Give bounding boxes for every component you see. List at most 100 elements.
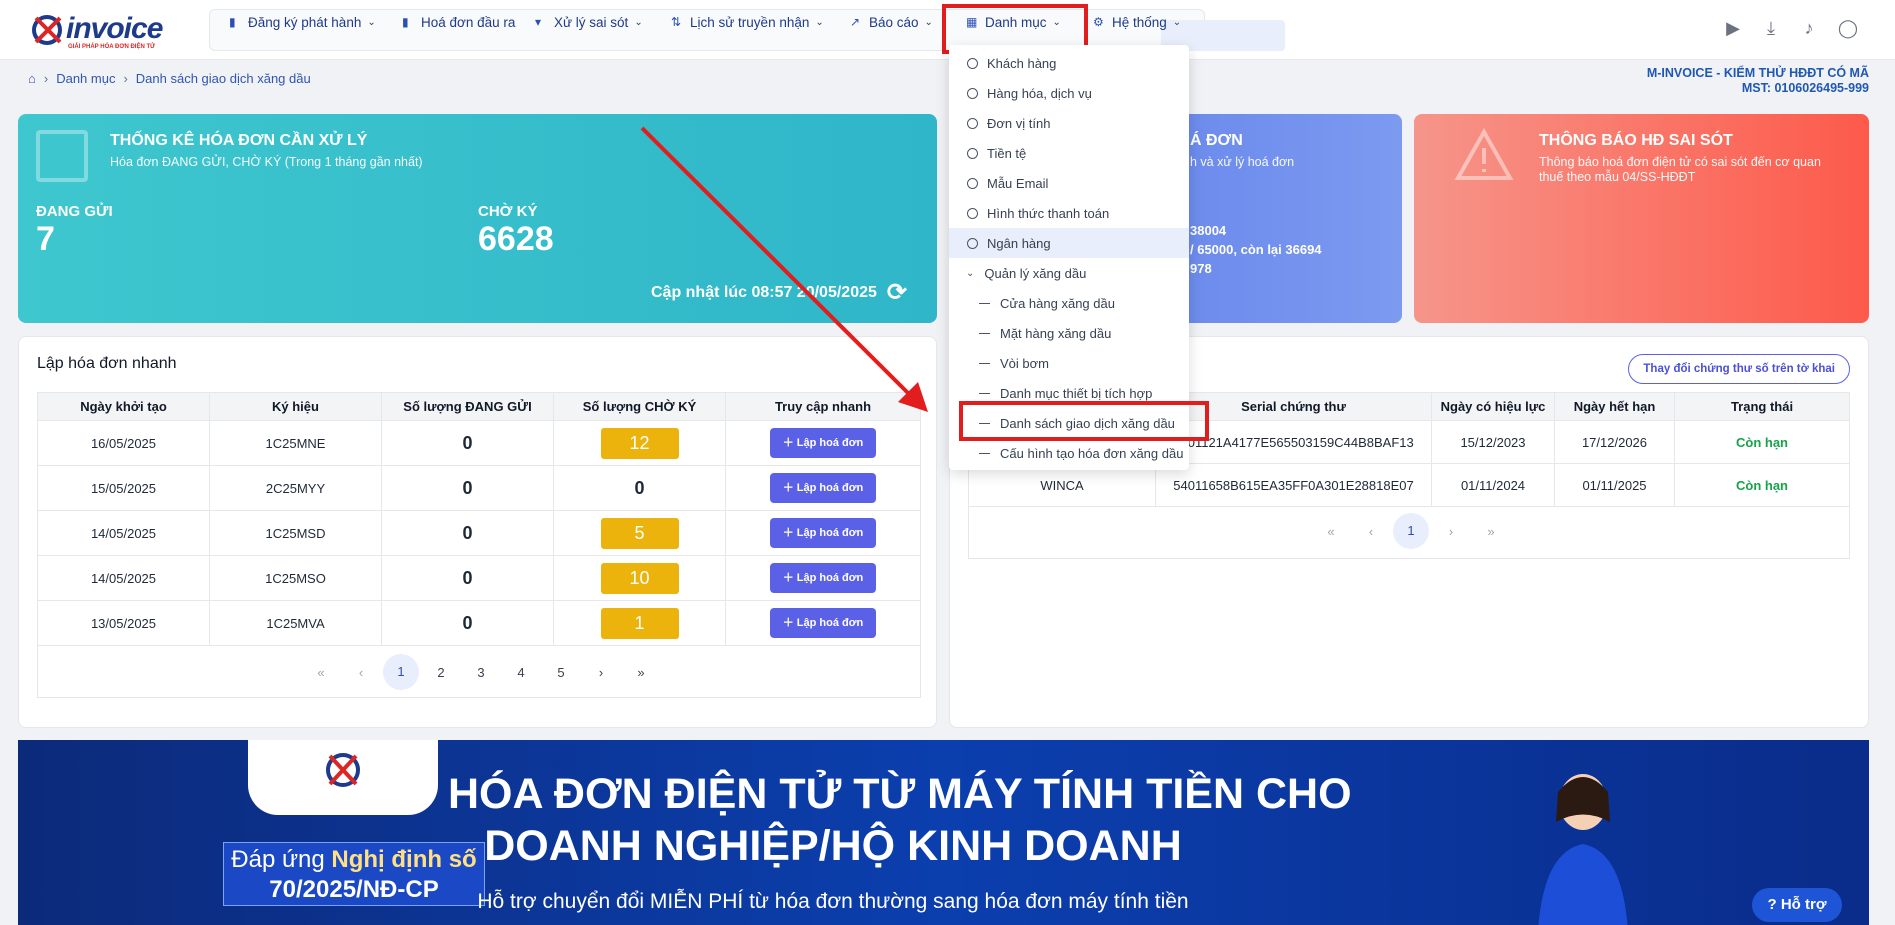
company-name: M-INVOICE - KIỂM THỬ HĐĐT CÓ MÃ — [1646, 66, 1869, 80]
home-icon[interactable]: ⌂ — [28, 71, 36, 86]
dropdown-item-cau-hinh-tao-hoa-don[interactable]: Cấu hình tạo hóa đơn xăng dầu — [949, 438, 1189, 468]
page-button[interactable]: 5 — [541, 665, 581, 680]
create-invoice-button[interactable]: ＋ Lập hoá đơn — [770, 608, 876, 638]
item-label: Quản lý xăng dầu — [984, 265, 1087, 281]
dropdown-item-hinh-thuc-thanh-toan[interactable]: Hình thức thanh toán — [949, 198, 1189, 228]
waiting-badge[interactable]: 5 — [600, 517, 679, 549]
nav-hoa-don-dau-ra[interactable]: ▮ Hoá đơn đầu ra — [402, 12, 515, 32]
file-icon: ▮ — [229, 14, 236, 29]
item-label: Cửa hàng xăng dầu — [1000, 295, 1115, 311]
circle-icon — [967, 117, 978, 129]
user-icon[interactable]: ◯ — [1836, 18, 1860, 40]
prev-page-button[interactable]: ‹ — [341, 665, 381, 680]
item-label: Khách hàng — [987, 55, 1057, 71]
error-notice-card[interactable]: THÔNG BÁO HĐ SAI SÓT Thông báo hoá đơn đ… — [1414, 114, 1869, 323]
quick-invoice-table: Ngày khởi tạo Ký hiệu Số lượng ĐANG GỬI … — [37, 392, 921, 698]
item-label: Mặt hàng xăng dầu — [1000, 325, 1112, 341]
last-page-button[interactable]: » — [1471, 524, 1511, 539]
cell-sending: 0 — [381, 465, 554, 511]
circle-icon — [967, 147, 978, 159]
item-label: Danh mục thiết bị tích hợp — [1000, 385, 1153, 401]
dropdown-item-don-vi-tinh[interactable]: Đơn vị tính — [949, 108, 1189, 138]
quick-invoice-title: Lập hóa đơn nhanh — [37, 355, 177, 372]
button-label: Lập hoá đơn — [796, 527, 864, 539]
stats-title: THỐNG KÊ HÓA ĐƠN CẦN XỬ LÝ — [110, 132, 368, 149]
dropdown-item-khach-hang[interactable]: Khách hàng — [949, 48, 1189, 78]
cell-date: 14/05/2025 — [37, 510, 210, 556]
create-invoice-button[interactable]: ＋ Lập hoá đơn — [770, 563, 876, 593]
cell-to: 17/12/2026 — [1554, 420, 1675, 464]
refresh-icon[interactable]: ⟳ — [887, 278, 907, 307]
nav-label: Lịch sử truyền nhận — [690, 14, 810, 30]
breadcrumb-level1[interactable]: Danh mục — [56, 71, 115, 86]
table-row: 14/05/2025 1C25MSO 0 10 ＋ Lập hoá đơn — [37, 555, 921, 601]
youtube-icon[interactable]: ▶ — [1721, 18, 1745, 40]
item-label: Đơn vị tính — [987, 115, 1051, 131]
cell-date: 16/05/2025 — [37, 420, 210, 466]
dropdown-item-voi-bom[interactable]: Vòi bơm — [949, 348, 1189, 378]
create-invoice-button[interactable]: ＋ Lập hoá đơn — [770, 518, 876, 548]
top-bar: invoice GIẢI PHÁP HÓA ĐƠN ĐIỆN TỬ ▮ Đăng … — [0, 0, 1895, 60]
dropdown-item-mat-hang-xang-dau[interactable]: Mặt hàng xăng dầu — [949, 318, 1189, 348]
company-mst: MST: 0106026495-999 — [1741, 81, 1869, 95]
change-certificate-button[interactable]: Thay đổi chứng thư số trên tờ khai — [1628, 354, 1850, 384]
chevron-right-icon: › — [43, 70, 49, 86]
waiting-badge[interactable]: 12 — [600, 427, 679, 459]
item-label: Cấu hình tạo hóa đơn xăng dầu — [1000, 445, 1184, 461]
logo[interactable]: invoice GIẢI PHÁP HÓA ĐƠN ĐIỆN TỬ — [30, 10, 170, 50]
banner-logo-tab — [248, 740, 438, 815]
usage-line2: / 65000, còn lại 36694 — [1190, 242, 1322, 257]
page-button[interactable]: 1 — [383, 654, 419, 690]
create-invoice-button[interactable]: ＋ Lập hoá đơn — [770, 473, 876, 503]
updated-info: Cập nhật lúc 08:57 20/05/2025 ⟳ — [651, 278, 907, 307]
first-page-button[interactable]: « — [1311, 524, 1351, 539]
breadcrumb-level2: Danh sách giao dịch xăng dầu — [135, 70, 311, 86]
promo-banner[interactable]: HÓA ĐƠN ĐIỆN TỬ TỪ MÁY TÍNH TIỀN CHO DOA… — [18, 740, 1869, 925]
dropdown-group-quan-ly-xang-dau[interactable]: ⌄ Quản lý xăng dầu — [949, 258, 1189, 288]
nav-label: Đăng ký phát hành — [248, 14, 362, 30]
nav-bao-cao[interactable]: ↗ Báo cáo ⌄ — [850, 12, 933, 32]
dropdown-item-ngan-hang[interactable]: Ngân hàng — [949, 228, 1189, 258]
spokesperson-image — [1538, 774, 1628, 925]
banner-subtitle: Hỗ trợ chuyển đổi MIỄN PHÍ từ hóa đơn th… — [477, 890, 1189, 913]
chevron-right-icon: › — [123, 70, 128, 86]
sending-value[interactable]: 7 — [36, 220, 55, 259]
page-button[interactable]: 2 — [421, 665, 461, 680]
circle-icon — [967, 237, 978, 249]
col-header: Ngày có hiệu lực — [1431, 392, 1555, 421]
last-page-button[interactable]: » — [621, 665, 661, 680]
cell-symbol: 2C25MYY — [209, 465, 382, 511]
company-info: M-INVOICE - KIỂM THỬ HĐĐT CÓ MÃ MST: 010… — [1647, 66, 1869, 96]
table-row: 13/05/2025 1C25MVA 0 1 ＋ Lập hoá đơn — [37, 600, 921, 646]
create-invoice-button[interactable]: ＋ Lập hoá đơn — [770, 428, 876, 458]
waiting-badge[interactable]: 10 — [600, 562, 679, 594]
help-button[interactable]: ? Hỗ trợ — [1752, 888, 1842, 922]
decree-prefix: Đáp ứng — [231, 846, 332, 873]
download-icon[interactable]: ⤓ — [1759, 18, 1783, 40]
page-button[interactable]: 3 — [461, 665, 501, 680]
dropdown-item-cua-hang-xang-dau[interactable]: Cửa hàng xăng dầu — [949, 288, 1189, 318]
page-button[interactable]: 1 — [1393, 513, 1429, 549]
updated-text: Cập nhật lúc 08:57 20/05/2025 — [650, 283, 877, 301]
prev-page-button[interactable]: ‹ — [1351, 524, 1391, 539]
plus-icon: ＋ — [782, 572, 794, 584]
usage-title: Á ĐƠN — [1190, 132, 1243, 149]
cell-date: 14/05/2025 — [37, 555, 210, 601]
dropdown-item-tien-te[interactable]: Tiền tệ — [949, 138, 1189, 168]
first-page-button[interactable]: « — [301, 665, 341, 680]
table-row: 15/05/2025 2C25MYY 0 0 ＋ Lập hoá đơn — [37, 465, 921, 511]
waiting-badge[interactable]: 1 — [600, 607, 679, 639]
page-button[interactable]: 4 — [501, 665, 541, 680]
nav-xu-ly-sai-sot[interactable]: ▾ Xử lý sai sót ⌄ — [535, 12, 643, 32]
nav-lich-su-truyen-nhan[interactable]: ⇅ Lịch sử truyền nhận ⌄ — [671, 12, 824, 32]
next-page-button[interactable]: › — [1431, 524, 1471, 539]
next-page-button[interactable]: › — [581, 665, 621, 680]
waiting-value[interactable]: 6628 — [478, 220, 554, 259]
dropdown-item-hang-hoa[interactable]: Hàng hóa, dịch vụ — [949, 78, 1189, 108]
bell-icon[interactable]: ♪ — [1797, 18, 1821, 40]
checklist-icon — [36, 130, 88, 182]
cell-date: 13/05/2025 — [37, 600, 210, 646]
nav-dang-ky-phat-hanh[interactable]: ▮ Đăng ký phát hành ⌄ — [229, 12, 376, 32]
nav-he-thong[interactable]: ⚙ Hệ thống ⌄ — [1093, 12, 1181, 32]
dropdown-item-mau-email[interactable]: Mẫu Email — [949, 168, 1189, 198]
